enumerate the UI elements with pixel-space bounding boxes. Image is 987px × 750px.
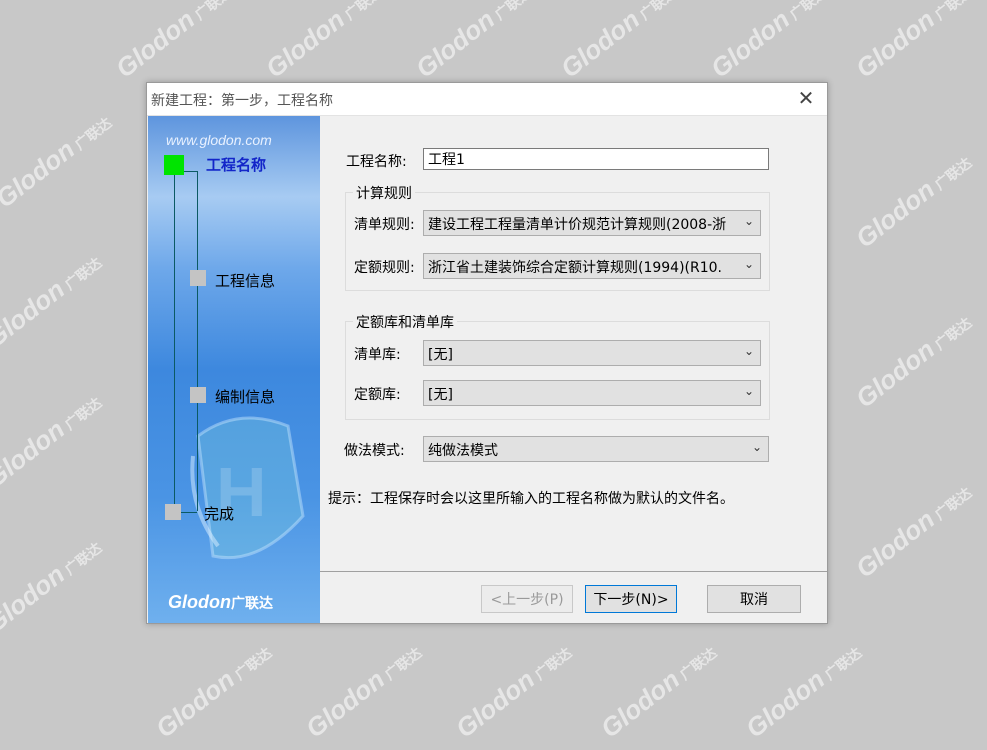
watermark: Glodon广联达 xyxy=(595,644,720,744)
wizard-sidebar: www.glodon.com H 工程名称 工程信息 编制信息 完成 Glodo… xyxy=(148,116,320,623)
step-label-project-name: 工程名称 xyxy=(206,156,267,174)
step-label-edit-info: 编制信息 xyxy=(215,388,276,406)
watermark: Glodon广联达 xyxy=(450,644,575,744)
chevron-down-icon: ⌄ xyxy=(743,257,754,271)
step-connector xyxy=(197,171,198,511)
step-indicator xyxy=(190,387,206,403)
quota-rule-select[interactable]: 浙江省土建装饰综合定额计算规则(1994)(R10. ⌄ xyxy=(423,253,761,279)
step-connector xyxy=(174,171,175,513)
watermark: Glodon广联达 xyxy=(850,314,975,414)
calc-rules-title: 计算规则 xyxy=(353,183,415,203)
watermark: Glodon广联达 xyxy=(850,0,975,84)
watermark: Glodon广联达 xyxy=(705,0,830,84)
title-bar: 新建工程：第一步，工程名称 ✕ xyxy=(147,83,827,116)
bill-rule-label: 清单规则: xyxy=(354,217,415,233)
quota-rule-value: 浙江省土建装饰综合定额计算规则(1994)(R10. xyxy=(428,260,723,276)
quota-lib-value: [无] xyxy=(428,387,453,403)
logo-watermark-icon: H xyxy=(190,416,305,560)
bill-rule-value: 建设工程工程量清单计价规范计算规则(2008-浙 xyxy=(428,217,727,233)
chevron-down-icon: ⌄ xyxy=(743,344,754,358)
quota-rule-label: 定额规则: xyxy=(354,260,415,276)
watermark: Glodon广联达 xyxy=(850,484,975,584)
bill-lib-label: 清单库: xyxy=(354,347,401,363)
method-label: 做法模式: xyxy=(344,443,405,459)
watermark: Glodon广联达 xyxy=(410,0,535,84)
prev-button[interactable]: <上一步(P) xyxy=(481,585,573,613)
bill-lib-select[interactable]: [无] ⌄ xyxy=(423,340,761,366)
method-value: 纯做法模式 xyxy=(428,443,498,459)
method-select[interactable]: 纯做法模式 ⌄ xyxy=(423,436,769,462)
chevron-down-icon: ⌄ xyxy=(751,440,762,454)
watermark: Glodon广联达 xyxy=(0,394,105,494)
bill-lib-value: [无] xyxy=(428,347,453,363)
chevron-down-icon: ⌄ xyxy=(743,214,754,228)
step-label-finish: 完成 xyxy=(204,505,235,523)
step-label-project-info: 工程信息 xyxy=(215,272,276,290)
quota-lib-select[interactable]: [无] ⌄ xyxy=(423,380,761,406)
quota-lib-label: 定额库: xyxy=(354,387,401,403)
watermark: Glodon广联达 xyxy=(260,0,385,84)
watermark: Glodon广联达 xyxy=(0,114,115,214)
close-icon[interactable]: ✕ xyxy=(793,85,819,111)
watermark: Glodon广联达 xyxy=(0,539,105,639)
cancel-button[interactable]: 取消 xyxy=(707,585,801,613)
watermark: Glodon广联达 xyxy=(740,644,865,744)
bill-rule-select[interactable]: 建设工程工程量清单计价规范计算规则(2008-浙 ⌄ xyxy=(423,210,761,236)
watermark: Glodon广联达 xyxy=(110,0,235,84)
dialog-title: 新建工程：第一步，工程名称 xyxy=(151,93,333,109)
website-label: www.glodon.com xyxy=(166,132,272,148)
watermark: Glodon广联达 xyxy=(850,154,975,254)
watermark: Glodon广联达 xyxy=(150,644,275,744)
step-indicator-active xyxy=(164,155,184,175)
chevron-down-icon: ⌄ xyxy=(743,384,754,398)
watermark: Glodon广联达 xyxy=(0,254,105,354)
step-indicator xyxy=(165,504,181,520)
new-project-dialog: 新建工程：第一步，工程名称 ✕ www.glodon.com H 工程名称 工程… xyxy=(146,82,828,624)
library-title: 定额库和清单库 xyxy=(353,312,457,332)
hint-text: 提示：工程保存时会以这里所输入的工程名称做为默认的文件名。 xyxy=(328,491,734,507)
wizard-content: 工程名称: 计算规则 清单规则: 建设工程工程量清单计价规范计算规则(2008-… xyxy=(320,116,827,571)
next-button[interactable]: 下一步(N)> xyxy=(585,585,677,613)
project-name-label: 工程名称: xyxy=(346,154,407,170)
footer-divider xyxy=(320,571,827,572)
watermark: Glodon广联达 xyxy=(555,0,680,84)
glodon-logo: Glodon广联达 xyxy=(168,592,273,612)
step-indicator xyxy=(190,270,206,286)
project-name-input[interactable] xyxy=(423,148,769,170)
watermark: Glodon广联达 xyxy=(300,644,425,744)
